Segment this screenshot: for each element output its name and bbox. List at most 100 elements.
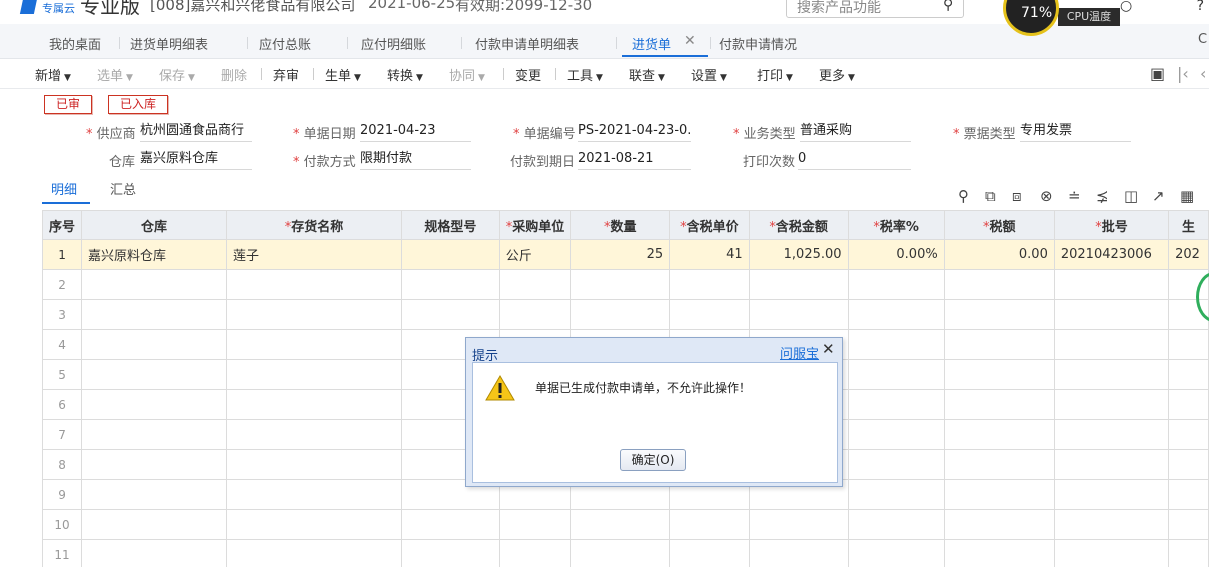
empty-cell[interactable] <box>570 299 671 330</box>
ok-button[interactable]: 确定(O) <box>620 449 686 471</box>
empty-cell[interactable] <box>1053 329 1170 360</box>
empty-cell[interactable] <box>81 329 227 360</box>
empty-cell[interactable] <box>1053 419 1170 450</box>
empty-cell[interactable] <box>1053 509 1170 540</box>
empty-cell[interactable] <box>943 419 1055 450</box>
col-tax[interactable]: *税额 <box>943 210 1055 240</box>
col-seq[interactable]: 序号 <box>42 210 83 240</box>
empty-cell[interactable] <box>847 449 945 480</box>
tab-purchase-detail[interactable]: 进货单明细表 <box>130 34 208 53</box>
search-icon[interactable]: ⚲ <box>943 0 953 13</box>
company-name[interactable]: [008]嘉兴和兴佬食品有限公司 <box>150 0 355 15</box>
empty-cell[interactable] <box>1053 359 1170 390</box>
prev-page-icon[interactable]: ‹ <box>1200 64 1206 83</box>
empty-cell[interactable] <box>1053 539 1170 567</box>
empty-cell[interactable] <box>570 269 671 300</box>
empty-cell[interactable] <box>225 269 403 300</box>
empty-cell[interactable] <box>943 509 1055 540</box>
query-button[interactable]: 联查 ▼ <box>629 65 665 84</box>
empty-cell[interactable] <box>669 539 750 567</box>
empty-cell[interactable] <box>847 299 945 330</box>
cell-item[interactable]: 莲子 <box>225 239 403 270</box>
empty-cell[interactable] <box>847 269 945 300</box>
empty-cell[interactable] <box>943 539 1055 567</box>
cell-spec[interactable] <box>401 239 500 270</box>
generate-button[interactable]: 生单 ▼ <box>325 65 361 84</box>
tab-summary[interactable]: 汇总 <box>110 179 136 198</box>
delete-button[interactable]: 删除 <box>221 65 247 84</box>
col-batch[interactable]: *批号 <box>1053 210 1170 240</box>
empty-cell[interactable] <box>81 509 227 540</box>
empty-cell[interactable] <box>81 539 227 567</box>
tab-payable-detail[interactable]: 应付明细账 <box>361 34 426 53</box>
export-icon[interactable]: ↗ <box>1152 187 1165 205</box>
delete-row-icon[interactable]: ⊗ <box>1040 187 1053 205</box>
filter-icon[interactable]: ≐ <box>1068 187 1081 205</box>
first-page-icon[interactable]: |‹ <box>1177 64 1189 83</box>
empty-cell[interactable] <box>81 359 227 390</box>
select-button[interactable]: 选单 ▼ <box>97 65 133 84</box>
empty-cell[interactable] <box>81 389 227 420</box>
col-price[interactable]: *含税单价 <box>669 210 750 240</box>
col-rate[interactable]: *税率% <box>847 210 945 240</box>
cell-unit[interactable]: 公斤 <box>498 239 572 270</box>
biztype-field[interactable]: 普通采购 <box>800 121 911 142</box>
empty-cell[interactable] <box>847 509 945 540</box>
empty-cell[interactable] <box>81 479 227 510</box>
tab-scroll-icon[interactable]: C <box>1198 32 1207 47</box>
empty-cell[interactable] <box>1168 539 1209 567</box>
empty-cell[interactable] <box>1168 419 1209 450</box>
empty-cell[interactable] <box>847 479 945 510</box>
table-row[interactable]: 11 <box>42 539 1209 567</box>
tools-button[interactable]: 工具 ▼ <box>567 65 603 84</box>
empty-cell[interactable] <box>748 509 849 540</box>
help-icon[interactable]: ? <box>1197 0 1204 14</box>
paymethod-field[interactable]: 限期付款 <box>360 149 471 170</box>
empty-cell[interactable] <box>225 509 403 540</box>
empty-cell[interactable] <box>943 359 1055 390</box>
col-spec[interactable]: 规格型号 <box>401 210 500 240</box>
empty-cell[interactable] <box>1168 329 1209 360</box>
tab-detail[interactable]: 明细 <box>51 179 77 198</box>
empty-cell[interactable] <box>847 539 945 567</box>
col-warehouse[interactable]: 仓库 <box>81 210 227 240</box>
tab-payable-total[interactable]: 应付总账 <box>259 34 311 53</box>
user-icon[interactable]: ○ <box>1120 0 1132 14</box>
empty-cell[interactable] <box>498 269 572 300</box>
table-row[interactable]: 3 <box>42 299 1209 330</box>
empty-cell[interactable] <box>943 449 1055 480</box>
empty-cell[interactable] <box>81 419 227 450</box>
empty-cell[interactable] <box>1168 479 1209 510</box>
empty-cell[interactable] <box>943 269 1055 300</box>
empty-cell[interactable] <box>498 539 572 567</box>
print-button[interactable]: 打印 ▼ <box>757 65 793 84</box>
empty-cell[interactable] <box>847 359 945 390</box>
empty-cell[interactable] <box>1053 269 1170 300</box>
empty-cell[interactable] <box>1053 449 1170 480</box>
table-row[interactable]: 2 <box>42 269 1209 300</box>
empty-cell[interactable] <box>225 329 403 360</box>
copy-row-icon[interactable]: ⧉ <box>985 187 996 205</box>
cell-tax[interactable]: 0.00 <box>943 239 1055 270</box>
help-link[interactable]: 问服宝 <box>780 343 819 362</box>
empty-cell[interactable] <box>81 449 227 480</box>
empty-cell[interactable] <box>748 539 849 567</box>
location-icon[interactable]: ⚲ <box>958 187 969 205</box>
empty-cell[interactable] <box>669 509 750 540</box>
tab-payment-request-status[interactable]: 付款申请情况 <box>719 34 797 53</box>
col-prod[interactable]: 生 <box>1168 210 1209 240</box>
empty-cell[interactable] <box>847 419 945 450</box>
more-button[interactable]: 更多 ▼ <box>819 65 855 84</box>
empty-cell[interactable] <box>401 269 500 300</box>
empty-cell[interactable] <box>943 299 1055 330</box>
unaudit-button[interactable]: 弃审 <box>273 65 299 84</box>
invoice-field[interactable]: 专用发票 <box>1020 121 1131 142</box>
empty-cell[interactable] <box>81 269 227 300</box>
search-input[interactable]: 搜索产品功能 ⚲ <box>786 0 964 18</box>
empty-cell[interactable] <box>943 329 1055 360</box>
empty-cell[interactable] <box>669 299 750 330</box>
empty-cell[interactable] <box>225 359 403 390</box>
cell-qty[interactable]: 25 <box>570 239 671 270</box>
find-icon[interactable]: ▣ <box>1150 64 1165 83</box>
merge-icon[interactable]: ◫ <box>1124 187 1138 205</box>
